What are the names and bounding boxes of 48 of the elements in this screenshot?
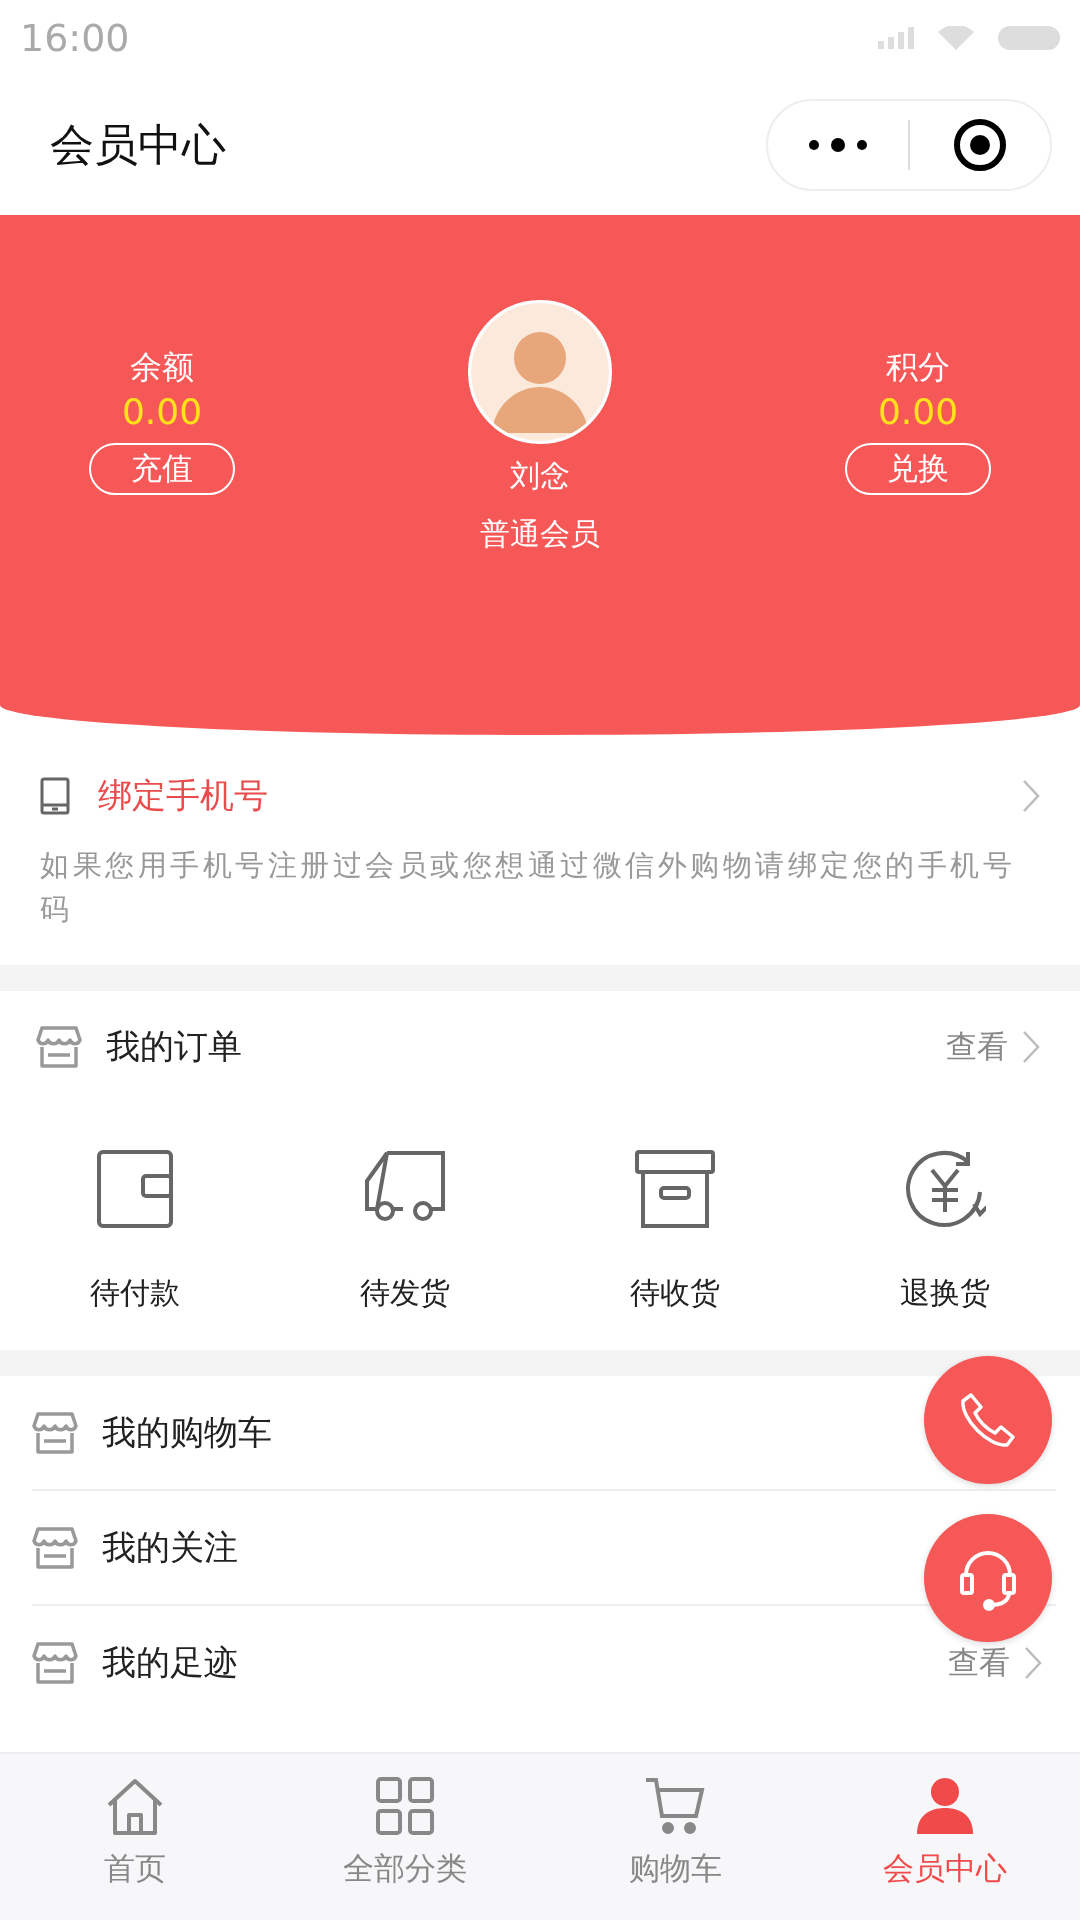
order-status-button[interactable]: 待发货 [270,1147,540,1314]
view-link[interactable]: 查看 [946,1026,1008,1068]
cart-icon [644,1776,706,1836]
box-icon [635,1150,715,1228]
order-status-button[interactable]: 待收货 [540,1147,810,1314]
tab[interactable]: 首页 [0,1754,270,1920]
phone-icon [959,1391,1017,1449]
home-icon [105,1776,165,1836]
section-title: 我的订单 [106,1025,243,1068]
battery-icon [998,25,1060,50]
page-title: 会员中心 [50,117,226,172]
grid-icon [376,1776,434,1836]
order-status-button[interactable]: 待付款 [0,1147,270,1314]
store-icon [32,1525,78,1570]
menu-label: 我的足迹 [102,1640,238,1684]
tab[interactable]: 购物车 [540,1754,810,1920]
tablet-icon [40,777,70,815]
chevron-icon [1024,1645,1042,1680]
signal-icon [878,26,914,49]
stat-button[interactable]: 兑换 [845,443,991,495]
view-link[interactable]: 查看 [948,1641,1010,1684]
status-time: 16:00 [20,15,130,60]
tab[interactable]: 会员中心 [810,1754,1080,1920]
wifi-icon [938,25,974,50]
tab[interactable]: 全部分类 [270,1754,540,1920]
store-icon [32,1640,78,1685]
bind-phone-link[interactable]: 绑定手机号 [98,773,1022,819]
menu-item[interactable]: 我的足迹 查看 [32,1606,1056,1719]
member-level: 普通会员 [480,515,600,553]
order-status-button[interactable]: 退换货 [810,1147,1080,1314]
chevron-icon [1022,779,1040,813]
stat-label: 余额 [130,347,194,387]
person-icon [915,1776,975,1836]
menu-label: 我的关注 [102,1525,238,1569]
stat-label: 积分 [886,347,950,387]
more-icon [808,137,868,153]
stat-value: 0.00 [121,390,203,434]
stat-value: 0.00 [877,390,959,434]
chevron-icon [1022,1030,1040,1064]
stat-button[interactable]: 充值 [89,443,235,495]
store-icon [36,1025,82,1069]
bind-phone-hint: 如果您用手机号注册过会员或您想通过微信外购物请绑定您的手机号码 [40,847,1016,928]
yen-refresh-icon [904,1148,986,1230]
menu-label: 我的购物车 [102,1410,272,1454]
store-icon [32,1410,78,1455]
target-icon [953,118,1007,172]
wallet-icon [97,1150,173,1228]
user-name: 刘念 [510,457,570,495]
